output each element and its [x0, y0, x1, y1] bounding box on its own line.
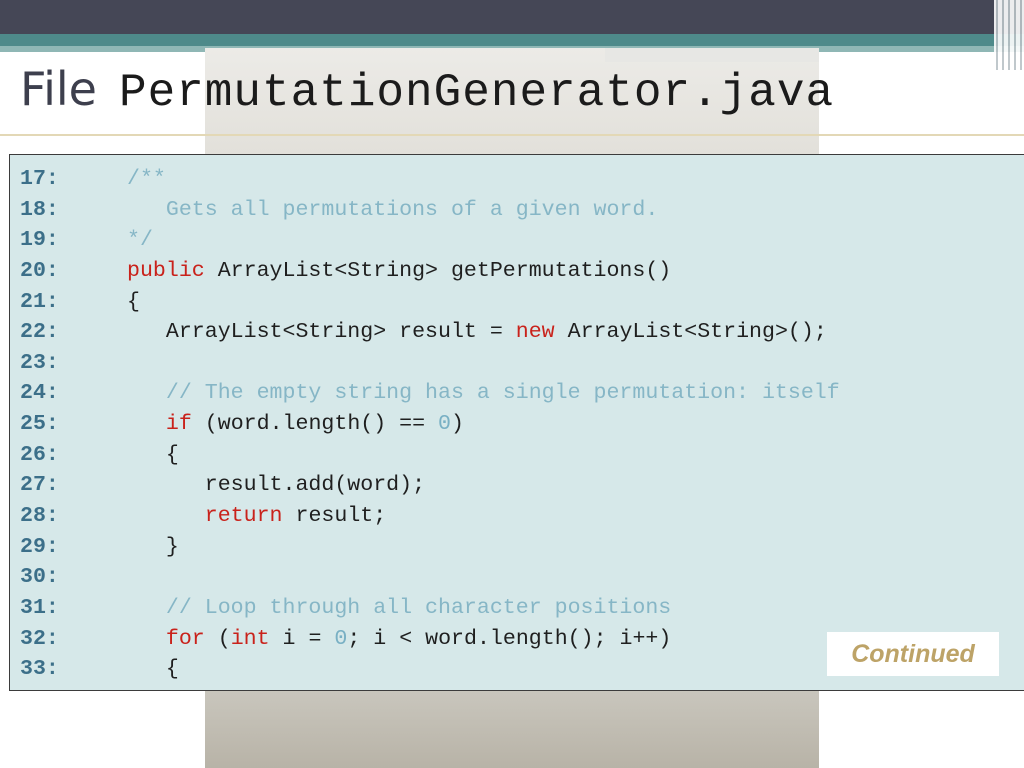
line-number: 31:	[20, 595, 59, 620]
code-keyword: if	[165, 412, 192, 437]
code-line: 17: /**	[10, 164, 1024, 195]
top-header-band	[0, 0, 1024, 34]
code-text: return result;	[127, 501, 386, 532]
code-line: 29: }	[10, 532, 1024, 563]
code-line: 30:	[10, 562, 1024, 593]
code-line: 20: public ArrayList<String> getPermutati…	[10, 256, 1024, 287]
code-token: ; i < word.length(); i++)	[347, 626, 672, 651]
code-token: )	[451, 412, 464, 437]
code-comment: /**	[127, 167, 166, 191]
code-line: 19: */	[10, 225, 1024, 256]
code-token: result;	[282, 504, 387, 529]
code-text: result.add(word);	[127, 470, 425, 501]
line-number: 33:	[20, 657, 59, 682]
line-number: 20:	[20, 258, 59, 283]
code-comment: // The empty string has a single permuta…	[127, 381, 840, 406]
code-token: {	[127, 657, 179, 682]
code-token: {	[127, 289, 140, 314]
code-line: 26: {	[10, 440, 1024, 471]
code-comment: // Loop through all character positions	[127, 595, 672, 620]
line-number: 19:	[20, 228, 59, 253]
code-keyword: public	[127, 258, 205, 283]
code-text: {	[127, 287, 140, 318]
code-line: 31: // Loop through all character positi…	[10, 593, 1024, 624]
code-line: 24: // The empty string has a single per…	[10, 378, 1024, 409]
line-number: 27:	[20, 473, 59, 498]
code-token: }	[127, 534, 179, 559]
code-token: {	[127, 442, 179, 467]
code-token: (	[204, 626, 231, 651]
code-line: 27: result.add(word);	[10, 470, 1024, 501]
line-number: 28:	[20, 504, 59, 529]
line-number: 24:	[20, 381, 59, 406]
code-text: */	[127, 225, 153, 256]
code-comment: */	[127, 228, 153, 253]
code-token: ArrayList<String> result =	[127, 320, 516, 345]
line-number: 21:	[20, 289, 59, 314]
code-listing-panel: 17: /** 18: Gets all permutations of a giv…	[9, 154, 1024, 691]
slide-title-filename: PermutationGenerator.java	[118, 67, 835, 119]
code-line: 22: ArrayList<String> result = new Array…	[10, 317, 1024, 348]
code-line: 28: return result;	[10, 501, 1024, 532]
code-text: ArrayList<String> result = new ArrayList…	[127, 317, 827, 348]
line-number: 25:	[20, 412, 59, 437]
code-text: public ArrayList<String> getPermutations…	[127, 256, 671, 287]
code-lines: 17: /** 18: Gets all permutations of a giv…	[10, 164, 1024, 685]
code-token: i =	[269, 626, 335, 651]
line-number: 23:	[20, 350, 59, 375]
title-divider	[0, 134, 1024, 136]
line-number: 17:	[20, 167, 59, 191]
code-keyword: for	[165, 626, 205, 651]
code-keyword: int	[230, 626, 270, 651]
code-line: 18: Gets all permutations of a given wor…	[10, 195, 1024, 226]
code-text: for (int i = 0; i < word.length(); i++)	[127, 624, 671, 655]
code-keyword: new	[515, 320, 555, 345]
teal-accent-band	[0, 34, 1024, 46]
code-number: 0	[438, 412, 451, 437]
code-number: 0	[334, 626, 348, 651]
line-number: 30:	[20, 565, 59, 590]
line-number: 26:	[20, 442, 59, 467]
line-number: 18:	[20, 197, 59, 222]
code-line: 21: {	[10, 287, 1024, 318]
code-text: if (word.length() == 0)	[127, 409, 464, 440]
decorative-stripes	[994, 0, 1024, 70]
line-number: 29:	[20, 534, 59, 559]
slide-title-word: File	[20, 62, 97, 116]
code-line: 23:	[10, 348, 1024, 379]
code-text: // Loop through all character positions	[127, 593, 671, 624]
code-text: Gets all permutations of a given word.	[127, 195, 658, 226]
code-token: (word.length() ==	[191, 412, 439, 437]
line-number: 22:	[20, 320, 59, 345]
background-photo-lower	[205, 690, 819, 768]
code-text: // The empty string has a single permuta…	[127, 378, 840, 409]
code-text: }	[127, 532, 179, 563]
code-text: /**	[127, 164, 166, 195]
slide-title: File PermutationGenerator.java	[20, 62, 834, 128]
code-line: 25: if (word.length() == 0)	[10, 409, 1024, 440]
continued-label: Continued	[827, 632, 999, 676]
code-token: result.add(word);	[127, 473, 426, 498]
code-text: {	[127, 440, 179, 471]
code-token: ArrayList<String>();	[554, 320, 827, 345]
code-comment: Gets all permutations of a given word.	[127, 197, 659, 222]
code-token: ArrayList<String> getPermutations()	[204, 258, 672, 283]
background-photo-overlay	[605, 48, 819, 62]
code-text: {	[127, 654, 179, 685]
line-number: 32:	[20, 626, 59, 651]
code-keyword: return	[204, 504, 283, 529]
